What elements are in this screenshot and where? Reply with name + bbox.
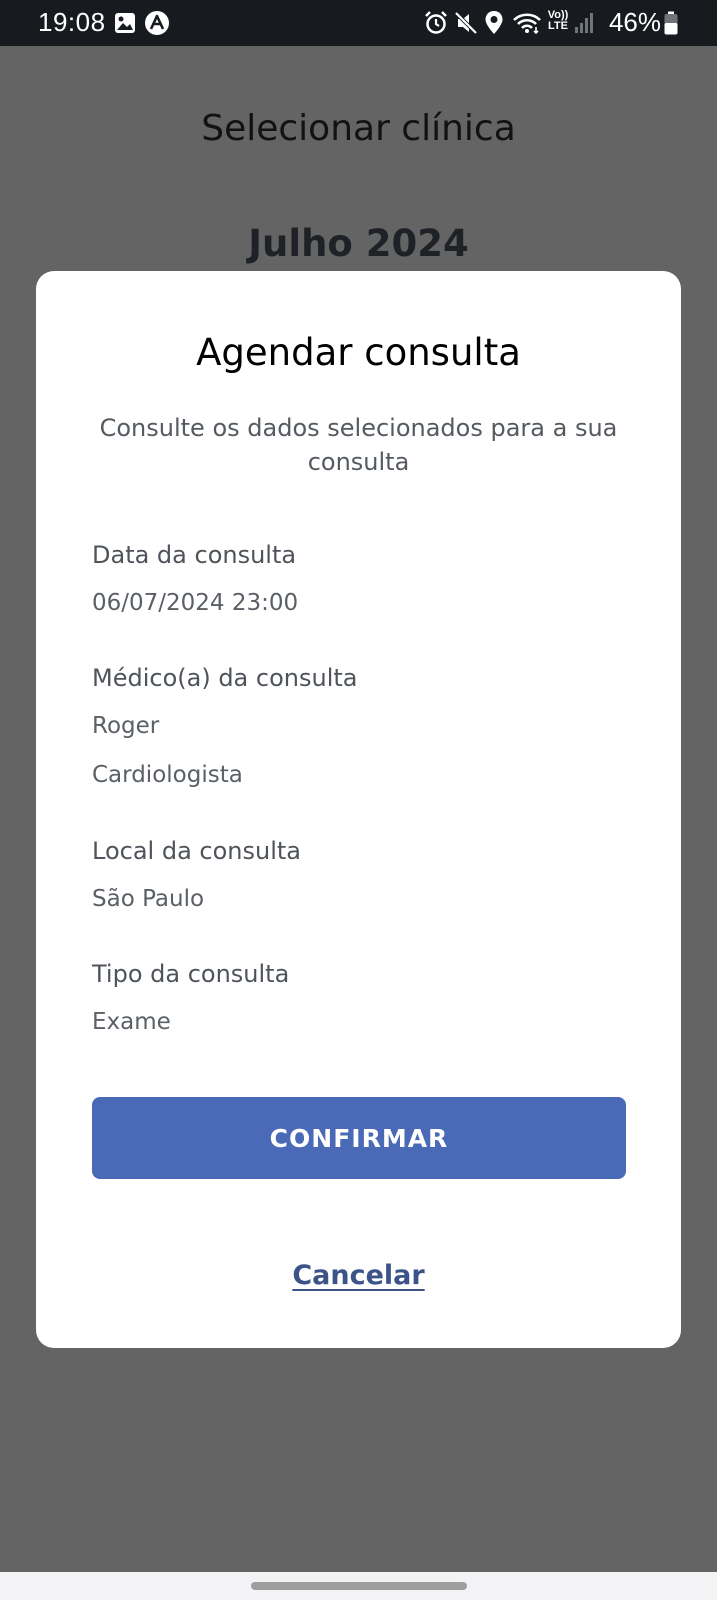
- location-label: Local da consulta: [92, 837, 301, 865]
- calendar-month-label: Julho 2024: [248, 222, 469, 265]
- schedule-appointment-dialog: Agendar consulta Consulte os dados selec…: [36, 271, 681, 1348]
- app-notification-icon: [144, 10, 170, 40]
- type-label: Tipo da consulta: [92, 960, 290, 988]
- volte-label-bottom: LTE: [548, 20, 568, 32]
- location-icon: [484, 10, 504, 40]
- dialog-subtitle: Consulte os dados selecionados para a su…: [99, 414, 618, 476]
- battery-icon: [664, 11, 678, 39]
- status-bar: 19:08 Vo)) LTE 46%: [0, 0, 717, 46]
- cancel-link[interactable]: Cancelar: [36, 1260, 681, 1291]
- status-time: 19:08: [38, 7, 106, 37]
- wifi-icon: [512, 12, 542, 38]
- navigation-bar: [0, 1572, 717, 1600]
- date-value: 06/07/2024 23:00: [92, 590, 299, 616]
- image-icon: [114, 12, 136, 38]
- dialog-title: Agendar consulta: [196, 331, 521, 374]
- doctor-label: Médico(a) da consulta: [92, 664, 358, 692]
- signal-icon: [574, 12, 594, 38]
- page-title: Selecionar clínica: [201, 108, 516, 149]
- doctor-name: Roger: [92, 713, 160, 739]
- type-value: Exame: [92, 1009, 171, 1035]
- confirm-button[interactable]: CONFIRMAR: [92, 1097, 626, 1179]
- doctor-specialty: Cardiologista: [92, 762, 243, 788]
- app-screen: 19:08 Vo)) LTE 46% Selecionar clínica Ju…: [0, 0, 717, 1600]
- date-label: Data da consulta: [92, 541, 297, 569]
- location-value: São Paulo: [92, 886, 205, 912]
- battery-percent: 46%: [608, 7, 661, 37]
- home-indicator[interactable]: [251, 1582, 467, 1590]
- volte-icon: Vo)) LTE: [546, 10, 570, 32]
- mute-icon: [454, 10, 478, 40]
- alarm-icon: [424, 10, 448, 40]
